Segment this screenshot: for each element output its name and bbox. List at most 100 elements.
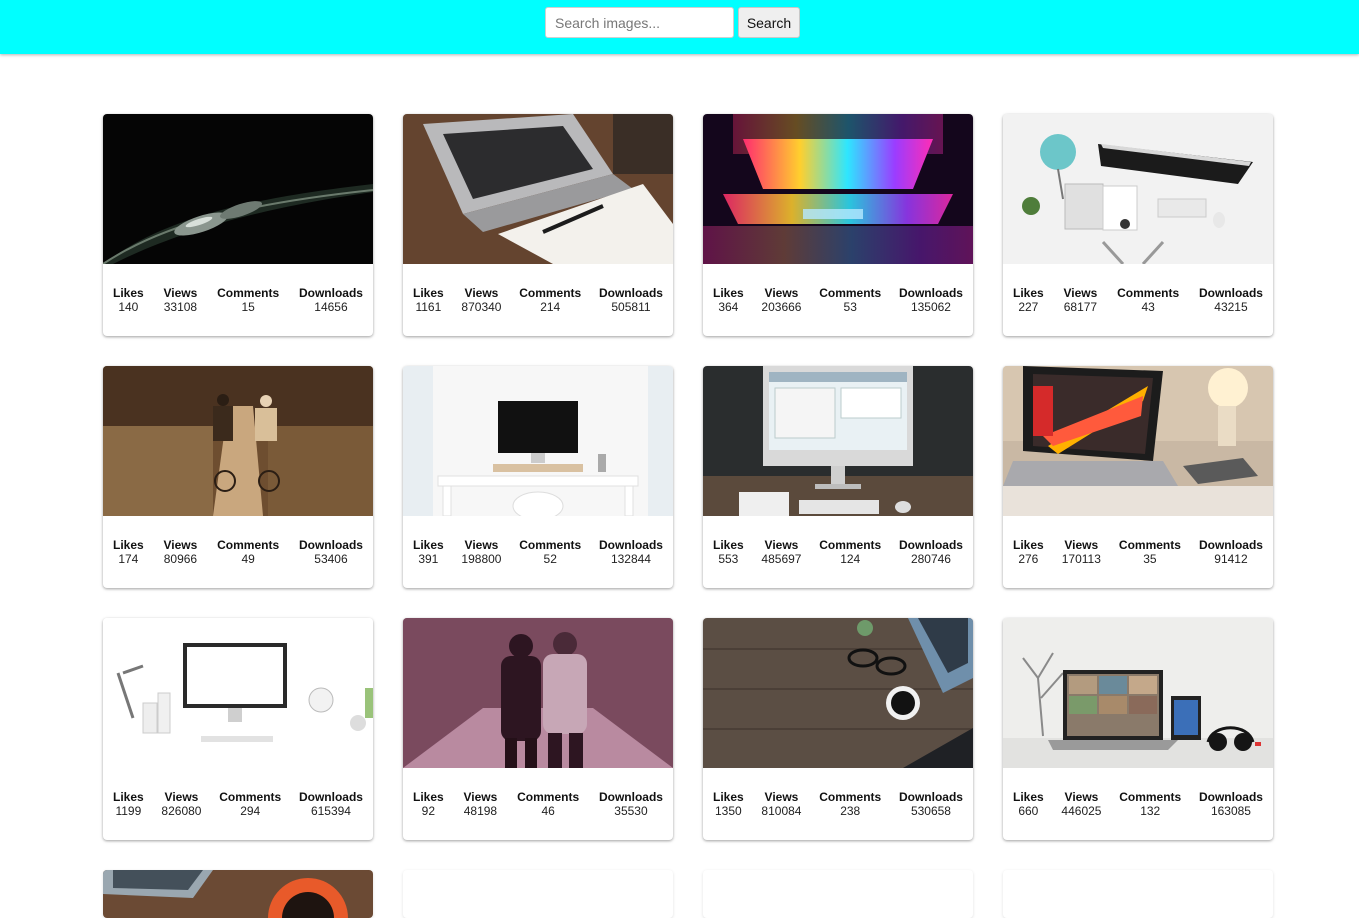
search-input[interactable] <box>545 7 734 38</box>
image-thumbnail[interactable] <box>1003 366 1273 516</box>
image-card[interactable] <box>103 870 373 918</box>
image-card[interactable]: Likes 391 Views 198800 Comments 52 Download… <box>403 366 673 588</box>
comments-stat: Comments 124 <box>819 538 881 566</box>
likes-count: 174 <box>118 552 139 566</box>
comments-label: Comments <box>819 790 882 804</box>
downloads-label: Downloads <box>298 790 363 804</box>
image-thumbnail[interactable] <box>703 366 973 516</box>
comments-count: 46 <box>541 804 555 818</box>
image-card[interactable]: Likes 1350 Views 810084 Comments 238 Downlo… <box>703 618 973 840</box>
likes-count: 276 <box>1018 552 1039 566</box>
comments-label: Comments <box>1117 286 1180 300</box>
image-card[interactable]: Likes 1161 Views 870340 Comments 214 Downlo… <box>403 114 673 336</box>
comments-label: Comments <box>819 538 882 552</box>
likes-stat: Likes 1199 <box>113 790 144 818</box>
image-thumbnail[interactable] <box>703 114 973 264</box>
comments-count: 132 <box>1140 804 1161 818</box>
downloads-count: 35530 <box>614 804 648 818</box>
downloads-count: 530658 <box>910 804 951 818</box>
likes-count: 660 <box>1018 804 1039 818</box>
image-card[interactable]: Likes 174 Views 80966 Comments 49 Downloads… <box>103 366 373 588</box>
image-thumbnail[interactable] <box>103 366 373 516</box>
image-card[interactable]: Likes 227 Views 68177 Comments 43 Downloads… <box>1003 114 1273 336</box>
image-card[interactable]: Likes 276 Views 170113 Comments 35 Download… <box>1003 366 1273 588</box>
comments-count: 294 <box>240 804 261 818</box>
image-card[interactable]: Likes 140 Views 33108 Comments 15 Downloads… <box>103 114 373 336</box>
likes-stat: Likes 660 <box>1013 790 1044 818</box>
image-stats: Likes 1350 Views 810084 Comments 238 Downlo… <box>703 790 973 818</box>
likes-label: Likes <box>713 538 744 552</box>
downloads-stat: Downloads 280746 <box>899 538 963 566</box>
likes-label: Likes <box>1013 286 1044 300</box>
comments-label: Comments <box>217 538 280 552</box>
downloads-label: Downloads <box>298 286 363 300</box>
image-stats: Likes 1199 Views 826080 Comments 294 Downlo… <box>103 790 373 818</box>
comments-count: 53 <box>843 300 857 314</box>
views-stat: Views 485697 <box>761 538 801 566</box>
likes-stat: Likes 553 <box>713 538 744 566</box>
downloads-label: Downloads <box>1198 286 1263 300</box>
image-card[interactable]: Likes 364 Views 203666 Comments 53 Download… <box>703 114 973 336</box>
image-thumbnail[interactable] <box>403 366 673 516</box>
views-stat: Views 870340 <box>461 286 501 314</box>
downloads-label: Downloads <box>898 790 963 804</box>
views-stat: Views 198800 <box>461 538 501 566</box>
views-label: Views <box>1064 790 1099 804</box>
image-stats: Likes 364 Views 203666 Comments 53 Download… <box>703 286 973 314</box>
comments-label: Comments <box>819 286 882 300</box>
views-label: Views <box>464 286 499 300</box>
comments-count: 238 <box>840 804 861 818</box>
comments-stat: Comments 46 <box>517 790 579 818</box>
likes-stat: Likes 391 <box>413 538 444 566</box>
views-label: Views <box>1064 538 1099 552</box>
downloads-label: Downloads <box>598 538 663 552</box>
downloads-stat: Downloads 530658 <box>899 790 963 818</box>
image-thumbnail[interactable] <box>403 618 673 768</box>
views-count: 33108 <box>163 300 198 314</box>
likes-count: 1161 <box>415 300 442 314</box>
image-thumbnail[interactable] <box>1003 618 1273 768</box>
views-label: Views <box>164 790 199 804</box>
views-count: 203666 <box>761 300 802 314</box>
comments-label: Comments <box>1119 790 1182 804</box>
likes-label: Likes <box>413 538 444 552</box>
comments-stat: Comments 132 <box>1119 790 1181 818</box>
comments-stat: Comments 214 <box>519 286 581 314</box>
likes-label: Likes <box>713 790 744 804</box>
image-thumbnail[interactable] <box>403 114 673 264</box>
comments-stat: Comments 43 <box>1117 286 1179 314</box>
image-thumbnail[interactable] <box>103 114 373 264</box>
comments-count: 49 <box>241 552 255 566</box>
search-bar: Search <box>545 7 800 38</box>
image-thumbnail[interactable] <box>703 618 973 768</box>
likes-count: 364 <box>718 300 739 314</box>
views-label: Views <box>764 538 799 552</box>
likes-count: 1350 <box>714 804 742 818</box>
downloads-label: Downloads <box>898 538 963 552</box>
downloads-label: Downloads <box>298 538 363 552</box>
downloads-label: Downloads <box>898 286 963 300</box>
image-thumbnail[interactable] <box>103 870 373 918</box>
image-thumbnail[interactable] <box>1003 114 1273 264</box>
image-card[interactable]: Likes 1199 Views 826080 Comments 294 Downlo… <box>103 618 373 840</box>
comments-label: Comments <box>1118 538 1181 552</box>
image-card[interactable] <box>703 870 973 918</box>
image-card[interactable]: Likes 553 Views 485697 Comments 124 Downloa… <box>703 366 973 588</box>
likes-stat: Likes 276 <box>1013 538 1044 566</box>
downloads-count: 615394 <box>310 804 351 818</box>
views-stat: Views 826080 <box>161 790 201 818</box>
views-count: 48198 <box>463 804 498 818</box>
downloads-stat: Downloads 14656 <box>299 286 363 314</box>
image-card[interactable] <box>403 870 673 918</box>
search-button[interactable]: Search <box>738 7 800 38</box>
views-stat: Views 33108 <box>164 286 198 314</box>
downloads-count: 132844 <box>610 552 651 566</box>
image-card[interactable]: Likes 92 Views 48198 Comments 46 Downloads 3… <box>403 618 673 840</box>
views-count: 80966 <box>163 552 198 566</box>
image-thumbnail[interactable] <box>103 618 373 768</box>
image-card[interactable] <box>1003 870 1273 918</box>
comments-label: Comments <box>517 790 580 804</box>
image-card[interactable]: Likes 660 Views 446025 Comments 132 Downloa… <box>1003 618 1273 840</box>
downloads-label: Downloads <box>1198 790 1263 804</box>
views-count: 826080 <box>161 804 202 818</box>
